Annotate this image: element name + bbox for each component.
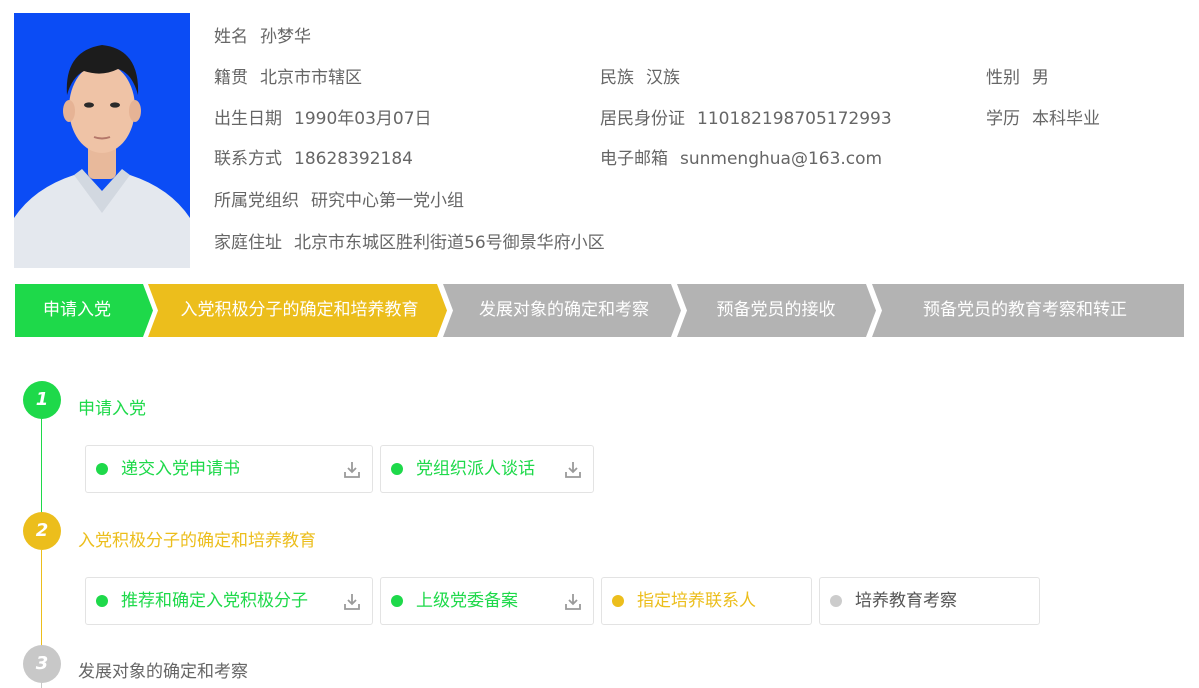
field-value: 本科毕业 xyxy=(1032,109,1100,129)
field-value: 1990年03月07日 xyxy=(294,109,432,129)
task-card[interactable]: 上级党委备案 xyxy=(380,577,594,625)
stage-3-title: 发展对象的确定和考察 xyxy=(78,662,248,682)
task-label[interactable]: 上级党委备案 xyxy=(416,578,518,624)
field-label: 居民身份证 xyxy=(600,109,685,129)
timeline-connector xyxy=(41,418,42,518)
field-party-org: 所属党组织 研究中心第一党小组 xyxy=(214,186,464,211)
field-value: 北京市东城区胜利街道56号御景华府小区 xyxy=(294,233,605,253)
profile-photo xyxy=(14,13,190,268)
field-value: 18628392184 xyxy=(294,149,413,169)
field-name: 姓名 孙梦华 xyxy=(214,22,311,47)
task-card[interactable]: 培养教育考察 xyxy=(819,577,1040,625)
field-value: 北京市市辖区 xyxy=(260,68,362,88)
field-value: 110182198705172993 xyxy=(697,109,892,129)
field-label: 姓名 xyxy=(214,27,248,47)
field-gender: 性别男 xyxy=(986,63,1049,88)
status-dot-icon xyxy=(830,595,842,607)
field-email: 电子邮箱 sunmenghua@163.com xyxy=(600,144,882,169)
field-value: 汉族 xyxy=(646,68,680,88)
field-value: 孙梦华 xyxy=(260,27,311,47)
stage-3-number-badge: 3 xyxy=(23,645,61,683)
field-label: 籍贯 xyxy=(214,68,248,88)
step-1-label[interactable]: 申请入党 xyxy=(15,284,139,337)
step-5-label[interactable]: 预备党员的教育考察和转正 xyxy=(881,284,1169,337)
task-label[interactable]: 党组织派人谈话 xyxy=(416,446,535,492)
stage-1-number-badge: 1 xyxy=(23,381,61,419)
task-label[interactable]: 递交入党申请书 xyxy=(121,446,240,492)
download-icon[interactable] xyxy=(342,592,362,612)
field-phone: 联系方式 18628392184 xyxy=(214,144,413,169)
field-label: 性别 xyxy=(986,68,1020,88)
field-label: 民族 xyxy=(600,68,634,88)
field-native-place: 籍贯 北京市市辖区 xyxy=(214,63,362,88)
status-dot-icon xyxy=(96,595,108,607)
download-icon[interactable] xyxy=(563,592,583,612)
stage-2-number-badge: 2 xyxy=(23,512,61,550)
task-card[interactable]: 党组织派人谈话 xyxy=(380,445,594,493)
task-card[interactable]: 指定培养联系人 xyxy=(601,577,812,625)
stage-1-title: 申请入党 xyxy=(78,399,146,419)
field-value: 研究中心第一党小组 xyxy=(311,191,464,211)
field-label: 电子邮箱 xyxy=(600,149,668,169)
field-birth-date: 出生日期 1990年03月07日 xyxy=(214,104,432,129)
field-address: 家庭住址 北京市东城区胜利街道56号御景华府小区 xyxy=(214,228,605,253)
download-icon[interactable] xyxy=(563,460,583,480)
step-3-label[interactable]: 发展对象的确定和考察 xyxy=(452,284,676,337)
status-dot-icon xyxy=(612,595,624,607)
status-dot-icon xyxy=(391,463,403,475)
field-id-card: 居民身份证 110182198705172993 xyxy=(600,104,892,129)
field-label: 所属党组织 xyxy=(214,191,299,211)
field-label: 联系方式 xyxy=(214,149,282,169)
field-value: 男 xyxy=(1032,68,1049,88)
field-value: sunmenghua@163.com xyxy=(680,149,883,169)
step-2-label[interactable]: 入党积极分子的确定和培养教育 xyxy=(157,284,442,337)
timeline-connector xyxy=(41,550,42,646)
task-label[interactable]: 指定培养联系人 xyxy=(637,578,756,624)
step-4-label[interactable]: 预备党员的接收 xyxy=(686,284,866,337)
stage-2-title: 入党积极分子的确定和培养教育 xyxy=(78,531,316,551)
field-education: 学历 本科毕业 xyxy=(986,104,1100,129)
field-label: 家庭住址 xyxy=(214,233,282,253)
task-card[interactable]: 推荐和确定入党积极分子 xyxy=(85,577,373,625)
task-label[interactable]: 培养教育考察 xyxy=(855,578,957,624)
download-icon[interactable] xyxy=(342,460,362,480)
status-dot-icon xyxy=(391,595,403,607)
task-label[interactable]: 推荐和确定入党积极分子 xyxy=(121,578,308,624)
task-card[interactable]: 递交入党申请书 xyxy=(85,445,373,493)
field-label: 学历 xyxy=(986,109,1020,129)
field-label: 出生日期 xyxy=(214,109,282,129)
person-portrait-icon xyxy=(14,13,190,268)
status-dot-icon xyxy=(96,463,108,475)
field-ethnicity: 民族 汉族 xyxy=(600,63,680,88)
